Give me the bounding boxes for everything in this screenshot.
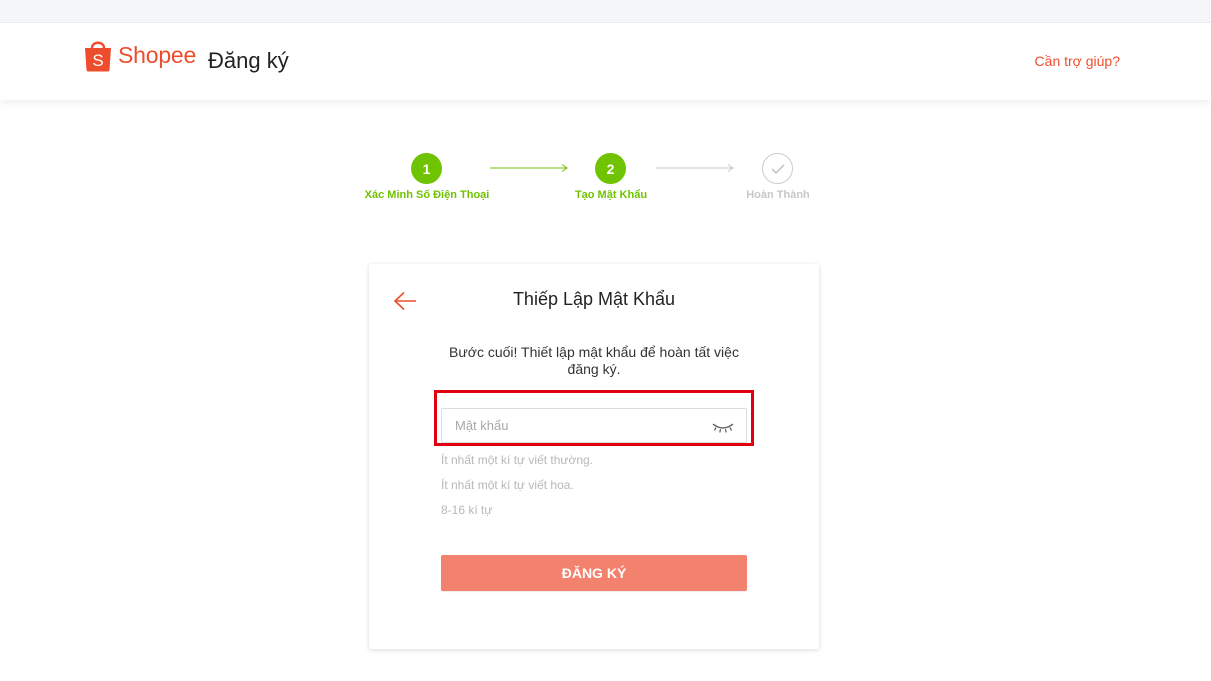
password-rule-uppercase: Ít nhất một kí tự viết hoa.	[441, 478, 574, 492]
password-input[interactable]	[442, 409, 712, 442]
step-arrow-icon	[490, 164, 568, 172]
register-button[interactable]: ĐĂNG KÝ	[441, 555, 747, 591]
step-1-label: Xác Minh Số Điện Thoại	[364, 189, 490, 201]
password-rule-length: 8-16 kí tự	[441, 503, 493, 517]
step-arrow-icon	[656, 164, 734, 172]
step-1-circle: 1	[411, 153, 442, 184]
set-password-card: Thiếp Lập Mật Khẩu Bước cuối! Thiết lập …	[369, 264, 819, 649]
check-icon	[770, 163, 785, 174]
step-2-circle: 2	[595, 153, 626, 184]
password-field	[441, 408, 747, 443]
password-rule-lowercase: Ít nhất một kí tự viết thường.	[441, 453, 593, 467]
registration-stepper: 1 Xác Minh Số Điện Thoại 2 Tạo Mật Khẩu …	[0, 0, 1211, 210]
card-description: Bước cuối! Thiết lập mật khẩu để hoàn tấ…	[449, 344, 739, 377]
step-2-label: Tạo Mật Khẩu	[574, 189, 648, 201]
eye-closed-icon[interactable]	[712, 420, 734, 434]
step-3-label: Hoàn Thành	[746, 189, 810, 201]
card-title: Thiếp Lập Mật Khẩu	[512, 289, 676, 309]
step-3-circle	[762, 153, 793, 184]
